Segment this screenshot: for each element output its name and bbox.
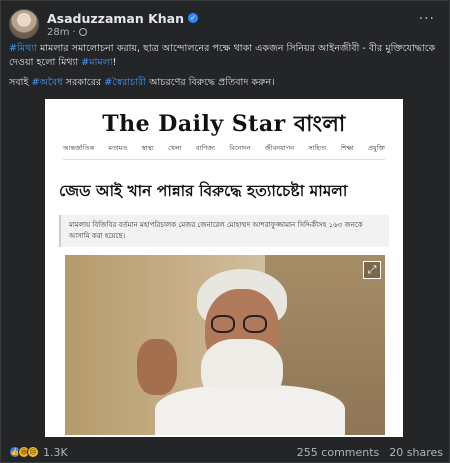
verified-badge-icon: ✓ xyxy=(188,13,199,23)
reactions-summary[interactable]: 👍 😆 😢 1.3K xyxy=(9,446,68,459)
post-header: Asaduzzaman Khan ✓ 28m · xyxy=(9,8,199,40)
post-text: #মিথ্যা মামলার সমালোচনা করায়, ছাত্র আন্… xyxy=(9,42,439,96)
author-meta: Asaduzzaman Khan ✓ 28m · xyxy=(47,11,199,38)
facebook-post: Asaduzzaman Khan ✓ 28m · ··· #মিথ্যা মাম… xyxy=(0,0,450,463)
comments-count-link[interactable]: 255 comments xyxy=(297,446,379,459)
separator: · xyxy=(72,26,76,38)
nav-item: আন্তর্জাতিক xyxy=(63,144,95,152)
article-headline: জেড আই খান পান্নার বিরুদ্ধে হত্যাচেষ্টা … xyxy=(59,182,348,200)
post-time[interactable]: 28m xyxy=(47,27,69,38)
photo-hand xyxy=(137,339,177,395)
article-summary: মামলায় বিজিবির বর্তমান মহাপরিচালক মেজর … xyxy=(59,215,389,247)
hashtag-link[interactable]: #মামলা xyxy=(81,57,112,68)
reactions-count[interactable]: 1.3K xyxy=(43,446,68,459)
hashtag-link[interactable]: #অবৈধ xyxy=(32,77,63,88)
author-name[interactable]: Asaduzzaman Khan xyxy=(47,11,184,26)
post-text-segment: সরকারের xyxy=(62,77,105,88)
more-options-button[interactable]: ··· xyxy=(419,11,435,27)
nav-item: বাণিজ্য xyxy=(196,144,216,152)
post-time-row: 28m · xyxy=(47,27,198,38)
nav-item: স্বাস্থ্য xyxy=(141,144,154,152)
hashtag-link[interactable]: #স্বৈরাচারী xyxy=(104,77,146,88)
avatar[interactable] xyxy=(9,9,39,39)
nav-item: বিনোদন xyxy=(229,144,251,152)
hashtag-link[interactable]: #মিথ্যা xyxy=(9,43,37,54)
shares-count-link[interactable]: 20 shares xyxy=(389,446,443,459)
author-name-row[interactable]: Asaduzzaman Khan ✓ xyxy=(47,11,199,26)
article-photo: ⤢ xyxy=(65,255,385,435)
nav-item: জীবনযাপন xyxy=(264,144,294,152)
photo-glasses-right xyxy=(243,315,267,333)
nav-item: সাহিত্য xyxy=(308,144,327,152)
photo-shirt xyxy=(155,385,345,435)
sad-reaction-icon: 😢 xyxy=(27,446,39,458)
nav-item: প্রযুক্তি xyxy=(368,144,385,152)
post-text-segment: মামলার সমালোচনা করায়, ছাত্র আন্দোলনের প… xyxy=(9,43,436,68)
newspaper-logo: The Daily Star বাংলা xyxy=(102,111,346,137)
post-text-segment: ! xyxy=(112,57,117,68)
engagement-counts: 255 comments 20 shares xyxy=(297,446,443,459)
post-line-1: #মিথ্যা মামলার সমালোচনা করায়, ছাত্র আন্… xyxy=(9,42,439,70)
post-line-2: সবাই #অবৈধ সরকারের #স্বৈরাচারী আচরণের বি… xyxy=(9,76,439,90)
shared-image-card[interactable]: The Daily Star বাংলা আন্তর্জাতিক মতামত স… xyxy=(45,99,403,437)
photo-glasses-left xyxy=(211,315,235,333)
nav-item: মতামত xyxy=(108,144,128,152)
nav-item: খেলা xyxy=(168,144,182,152)
site-nav: আন্তর্জাতিক মতামত স্বাস্থ্য খেলা বাণিজ্য… xyxy=(63,143,385,154)
nav-item: শিক্ষা xyxy=(340,144,354,152)
globe-icon xyxy=(78,28,87,36)
post-text-segment: সবাই xyxy=(9,77,32,88)
nav-divider xyxy=(63,159,385,160)
expand-icon[interactable]: ⤢ xyxy=(363,261,381,279)
post-footer: 👍 😆 😢 1.3K 255 comments 20 shares xyxy=(9,444,443,460)
post-text-segment: আচরণের বিরুদ্ধে প্রতিবাদ করুন। xyxy=(146,77,275,88)
